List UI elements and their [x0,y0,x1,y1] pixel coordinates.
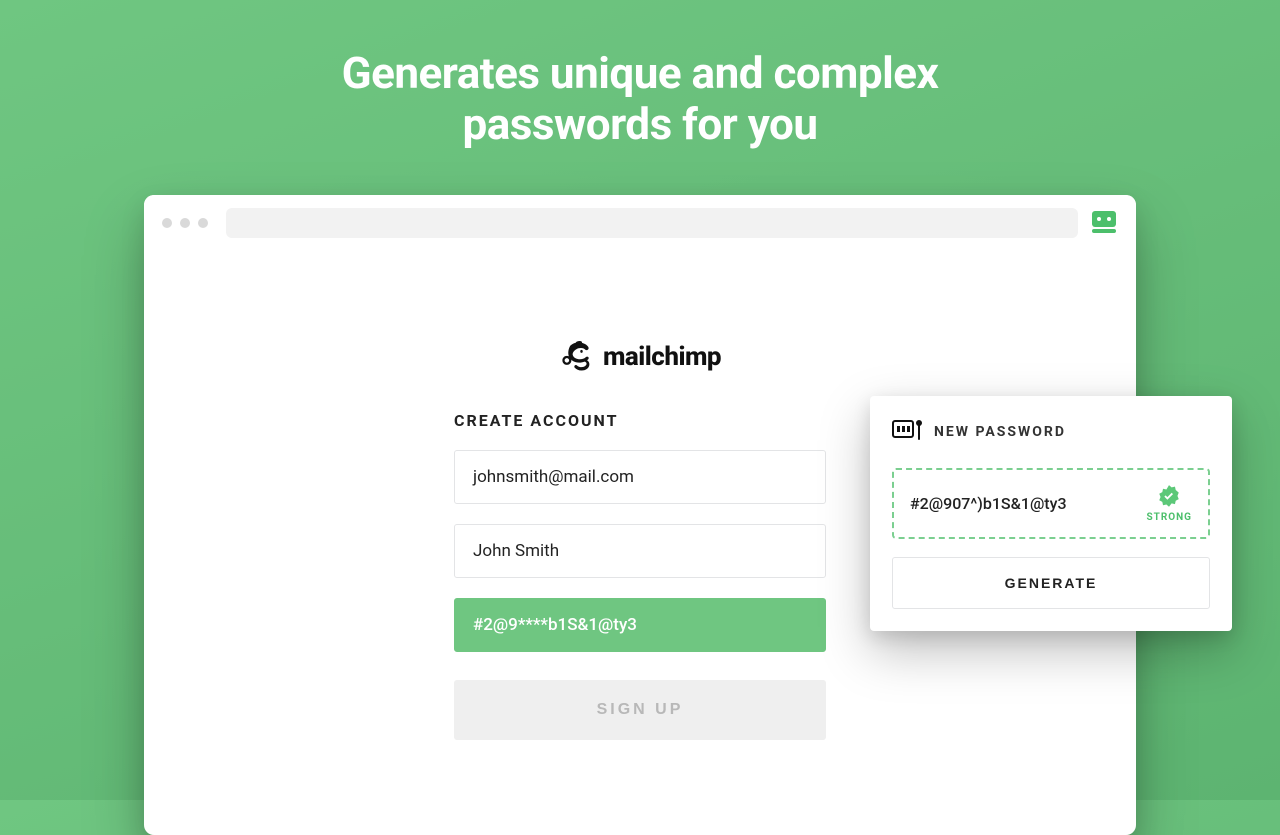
form-heading: CREATE ACCOUNT [454,411,826,430]
popup-header: NEW PASSWORD [892,418,1210,446]
popup-title: NEW PASSWORD [934,424,1066,440]
generate-button[interactable]: GENERATE [892,557,1210,609]
strength-indicator: STRONG [1146,484,1192,523]
verified-badge-icon [1156,484,1182,510]
window-controls [162,218,214,228]
mailchimp-icon [559,339,595,375]
password-generator-popup: NEW PASSWORD #2@907^)b1S&1@ty3 STRONG GE… [870,396,1232,631]
email-field[interactable]: johnsmith@mail.com [454,450,826,504]
signup-form: CREATE ACCOUNT johnsmith@mail.com John S… [454,411,826,740]
password-generator-icon [892,418,920,446]
password-field[interactable]: #2@9****b1S&1@ty3 [454,598,826,652]
brand-name: mailchimp [603,342,721,372]
headline-line-2: passwords for you [462,98,817,150]
window-close-dot[interactable] [162,218,172,228]
window-maximize-dot[interactable] [198,218,208,228]
headline-line-1: Generates unique and complex [342,47,939,99]
signup-button[interactable]: SIGN UP [454,680,826,740]
marketing-headline: Generates unique and complex passwords f… [0,0,1280,149]
window-minimize-dot[interactable] [180,218,190,228]
brand-logo: mailchimp [144,339,1136,375]
email-value: johnsmith@mail.com [473,467,634,487]
address-bar[interactable] [226,208,1078,238]
name-value: John Smith [473,541,559,561]
generated-password-text: #2@907^)b1S&1@ty3 [910,494,1067,513]
generated-password-box[interactable]: #2@907^)b1S&1@ty3 STRONG [892,468,1210,539]
password-value: #2@9****b1S&1@ty3 [473,615,637,635]
password-manager-extension-icon[interactable] [1090,211,1118,235]
browser-chrome-bar [144,195,1136,251]
strength-label: STRONG [1146,512,1192,523]
name-field[interactable]: John Smith [454,524,826,578]
